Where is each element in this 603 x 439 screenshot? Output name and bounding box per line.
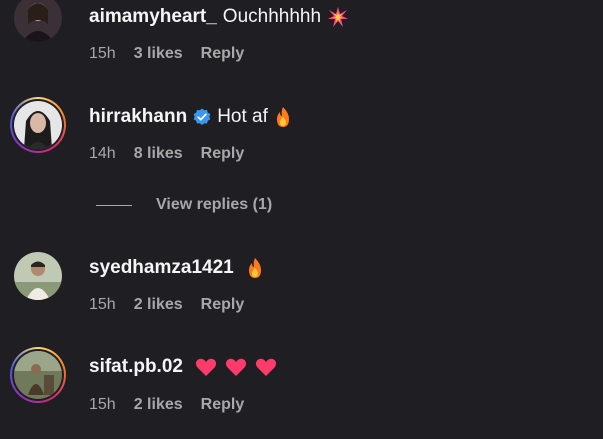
reply-button[interactable]: Reply	[201, 45, 245, 63]
view-replies-button[interactable]: View replies (1)	[96, 196, 272, 214]
reply-button[interactable]: Reply	[201, 145, 245, 163]
avatar[interactable]	[10, 347, 66, 403]
reply-button[interactable]: Reply	[201, 296, 245, 314]
fire-icon	[246, 257, 264, 279]
comment-timestamp: 15h	[89, 296, 116, 313]
comment-username[interactable]: sifat.pb.02	[89, 356, 183, 378]
comment-likes[interactable]: 2 likes	[134, 396, 183, 414]
comment-timestamp: 15h	[89, 45, 116, 62]
fire-icon	[274, 106, 292, 128]
comment-likes[interactable]: 2 likes	[134, 296, 183, 314]
collision-icon	[327, 6, 349, 28]
heart-icon	[225, 357, 247, 377]
comment-username[interactable]: aimamyheart_	[89, 6, 217, 28]
comment-timestamp: 14h	[89, 145, 116, 162]
comment-likes[interactable]: 8 likes	[134, 145, 183, 163]
view-replies-label: View replies (1)	[156, 196, 273, 213]
verified-badge-icon	[193, 108, 211, 126]
avatar[interactable]	[10, 97, 66, 153]
comment-likes[interactable]: 3 likes	[134, 45, 183, 63]
comment-username[interactable]: hirrakhann	[89, 106, 187, 128]
avatar-image	[14, 0, 62, 42]
heart-icon	[255, 357, 277, 377]
reply-button[interactable]: Reply	[201, 396, 245, 414]
avatar-image	[14, 351, 62, 399]
avatar-image	[14, 101, 62, 149]
avatar[interactable]	[10, 0, 66, 46]
comment-timestamp: 15h	[89, 396, 116, 413]
comment-username[interactable]: syedhamza1421	[89, 257, 234, 279]
avatar[interactable]	[10, 248, 66, 304]
replies-divider	[96, 204, 132, 206]
heart-icon	[195, 357, 217, 377]
avatar-image	[14, 252, 62, 300]
comment-text: Ouchhhhhh	[222, 6, 322, 27]
comment-text: Hot af	[217, 106, 268, 127]
